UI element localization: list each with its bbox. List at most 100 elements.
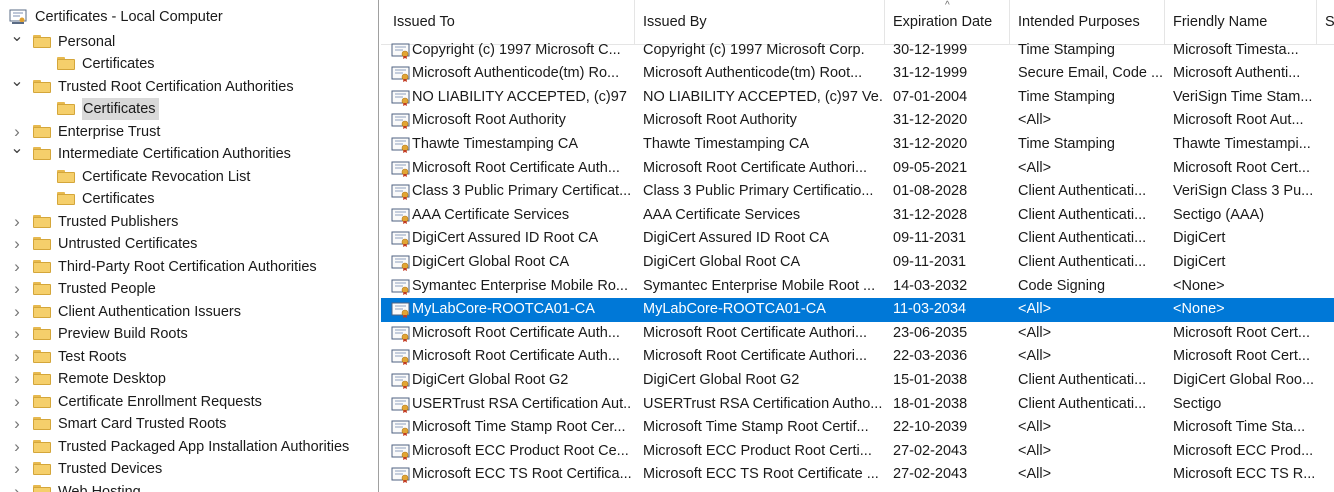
- cell-issued-to: MyLabCore-ROOTCA01-CA: [412, 301, 595, 318]
- tree-item-label: Trusted Devices: [58, 461, 163, 477]
- certificate-icon: [391, 326, 410, 342]
- chevron-right-icon[interactable]: ›: [10, 346, 24, 368]
- chevron-right-icon[interactable]: ›: [10, 413, 24, 435]
- tree-item-label: Trusted People: [58, 281, 156, 297]
- table-row[interactable]: Microsoft ECC TS Root Certifica... Micros…: [381, 463, 1334, 487]
- table-row[interactable]: Microsoft Root Authority Microsoft Root A…: [381, 109, 1334, 133]
- cell-issued-by: Microsoft Time Stamp Root Certif...: [643, 419, 869, 436]
- chevron-right-icon[interactable]: ›: [10, 211, 24, 233]
- chevron-right-icon[interactable]: ›: [10, 256, 24, 278]
- cell-friendly-name: <None>: [1173, 277, 1225, 294]
- chevron-down-icon[interactable]: ⌄: [10, 26, 24, 48]
- table-row[interactable]: Copyright (c) 1997 Microsoft C... Copyrig…: [381, 39, 1334, 63]
- chevron-right-icon[interactable]: ›: [10, 481, 24, 492]
- chevron-right-icon[interactable]: ›: [10, 458, 24, 480]
- folder-icon: [33, 349, 51, 363]
- cell-friendly-name: VeriSign Class 3 Pu...: [1173, 183, 1314, 200]
- folder-icon: [57, 169, 75, 183]
- table-row[interactable]: Microsoft Root Certificate Auth... Micros…: [381, 322, 1334, 346]
- table-row[interactable]: NO LIABILITY ACCEPTED, (c)97 ... NO LIABI…: [381, 86, 1334, 110]
- column-header-issued-by[interactable]: Issued By: [635, 0, 885, 44]
- table-row[interactable]: Thawte Timestamping CA Thawte Timestampin…: [381, 133, 1334, 157]
- chevron-right-icon[interactable]: ›: [10, 368, 24, 390]
- cell-friendly-name: VeriSign Time Stam...: [1173, 88, 1313, 105]
- chevron-down-icon[interactable]: ⌄: [10, 138, 24, 160]
- cell-friendly-name: DigiCert: [1173, 253, 1226, 270]
- cell-issued-by: Thawte Timestamping CA: [643, 135, 810, 152]
- cell-expiration-date: 31-12-2020: [893, 112, 968, 129]
- column-header-friendly-name[interactable]: Friendly Name: [1165, 0, 1317, 44]
- table-row-selected[interactable]: MyLabCore-ROOTCA01-CA MyLabCore-ROOTCA01-…: [381, 298, 1334, 322]
- certificate-icon: [391, 302, 410, 319]
- table-row[interactable]: Class 3 Public Primary Certificat... Clas…: [381, 180, 1334, 204]
- folder-icon: [33, 304, 51, 318]
- cell-expiration-date: 22-03-2036: [893, 348, 968, 365]
- table-row[interactable]: Symantec Enterprise Mobile Ro... Symantec…: [381, 275, 1334, 299]
- cell-issued-by: DigiCert Global Root CA: [643, 253, 801, 270]
- table-row[interactable]: DigiCert Global Root G2 DigiCert Global R…: [381, 369, 1334, 393]
- chevron-right-icon[interactable]: ›: [10, 391, 24, 413]
- chevron-right-icon[interactable]: ›: [10, 436, 24, 458]
- cell-expiration-date: 09-05-2021: [893, 159, 968, 176]
- cell-friendly-name: Microsoft ECC TS R...: [1173, 466, 1316, 483]
- folder-icon: [57, 57, 75, 70]
- chevron-right-icon[interactable]: ›: [10, 301, 24, 323]
- tree-item-label: Trusted Packaged App Installation Author…: [58, 438, 350, 455]
- folder-icon: [57, 192, 75, 205]
- tree-item-label: Smart Card Trusted Roots: [58, 416, 227, 432]
- cell-issued-by: Microsoft Root Certificate Authori...: [643, 159, 868, 176]
- chevron-right-icon[interactable]: ›: [10, 323, 24, 345]
- cell-issued-to: Symantec Enterprise Mobile Ro...: [412, 277, 628, 294]
- column-header-intended-purposes[interactable]: Intended Purposes: [1010, 0, 1165, 44]
- certificate-icon: [391, 349, 410, 366]
- folder-icon: [33, 124, 51, 138]
- certificate-icon: [391, 90, 410, 106]
- certificate-icon: [391, 467, 410, 484]
- cell-intended-purposes: <All>: [1018, 159, 1052, 176]
- cell-friendly-name: Microsoft Timesta...: [1173, 41, 1299, 58]
- cell-expiration-date: 09-11-2031: [893, 253, 967, 270]
- cell-intended-purposes: <All>: [1018, 112, 1052, 129]
- table-row[interactable]: DigiCert Global Root CA DigiCert Global R…: [381, 251, 1334, 275]
- tree-item-label: Intermediate Certification Authorities: [58, 146, 291, 162]
- table-row[interactable]: USERTrust RSA Certification Aut... USERTr…: [381, 393, 1334, 417]
- tree-item-label: Test Roots: [58, 348, 127, 365]
- tree-item-label: Trusted Root Certification Authorities: [58, 78, 294, 95]
- console-tree: Certificates - Local Computer ⌄ Personal C…: [0, 0, 379, 492]
- column-header-issued-to[interactable]: Issued To: [385, 0, 635, 44]
- cell-expiration-date: 14-03-2032: [893, 277, 968, 294]
- tree-root-label: Certificates - Local Computer: [35, 9, 223, 25]
- tree-item-label: Certificate Enrollment Requests: [58, 393, 262, 410]
- cell-expiration-date: 11-03-2034: [893, 301, 967, 318]
- column-header-status[interactable]: S: [1317, 0, 1334, 44]
- cell-friendly-name: <None>: [1173, 301, 1225, 318]
- table-row[interactable]: Microsoft Root Certificate Auth... Micros…: [381, 157, 1334, 181]
- cell-issued-to: Class 3 Public Primary Certificat...: [412, 183, 632, 200]
- cell-issued-to: Microsoft ECC Product Root Ce...: [412, 442, 629, 459]
- cell-intended-purposes: <All>: [1018, 301, 1052, 318]
- table-row[interactable]: Microsoft ECC Product Root Ce... Microsof…: [381, 440, 1334, 464]
- cell-expiration-date: 22-10-2039: [893, 419, 968, 436]
- cell-expiration-date: 27-02-2043: [893, 466, 968, 483]
- chevron-right-icon[interactable]: ›: [10, 278, 24, 300]
- chevron-down-icon[interactable]: ⌄: [10, 71, 24, 93]
- tree-item-label: Enterprise Trust: [58, 123, 161, 140]
- cell-expiration-date: 27-02-2043: [893, 442, 968, 459]
- cell-issued-to: DigiCert Global Root CA: [412, 253, 570, 270]
- table-row[interactable]: DigiCert Assured ID Root CA DigiCert Assu…: [381, 227, 1334, 251]
- table-row[interactable]: Microsoft Authenticode(tm) Ro... Microsof…: [381, 62, 1334, 86]
- cell-issued-by: Microsoft ECC TS Root Certificate ...: [643, 466, 879, 483]
- cell-issued-by: Microsoft Root Certificate Authori...: [643, 348, 868, 365]
- chevron-right-icon[interactable]: ›: [10, 233, 24, 255]
- certificate-icon: [391, 279, 410, 295]
- cell-intended-purposes: Time Stamping: [1018, 88, 1115, 105]
- table-row[interactable]: AAA Certificate Services AAA Certificate …: [381, 204, 1334, 228]
- cell-friendly-name: DigiCert Global Roo...: [1173, 371, 1315, 388]
- cell-friendly-name: Sectigo: [1173, 395, 1222, 412]
- table-row[interactable]: Microsoft Time Stamp Root Cer... Microsof…: [381, 416, 1334, 440]
- cell-issued-to: Microsoft ECC TS Root Certifica...: [412, 466, 632, 483]
- certificate-icon: [391, 373, 410, 389]
- table-row[interactable]: Microsoft Root Certificate Auth... Micros…: [381, 345, 1334, 369]
- cell-issued-by: Class 3 Public Primary Certificatio...: [643, 183, 874, 200]
- folder-icon: [33, 417, 51, 430]
